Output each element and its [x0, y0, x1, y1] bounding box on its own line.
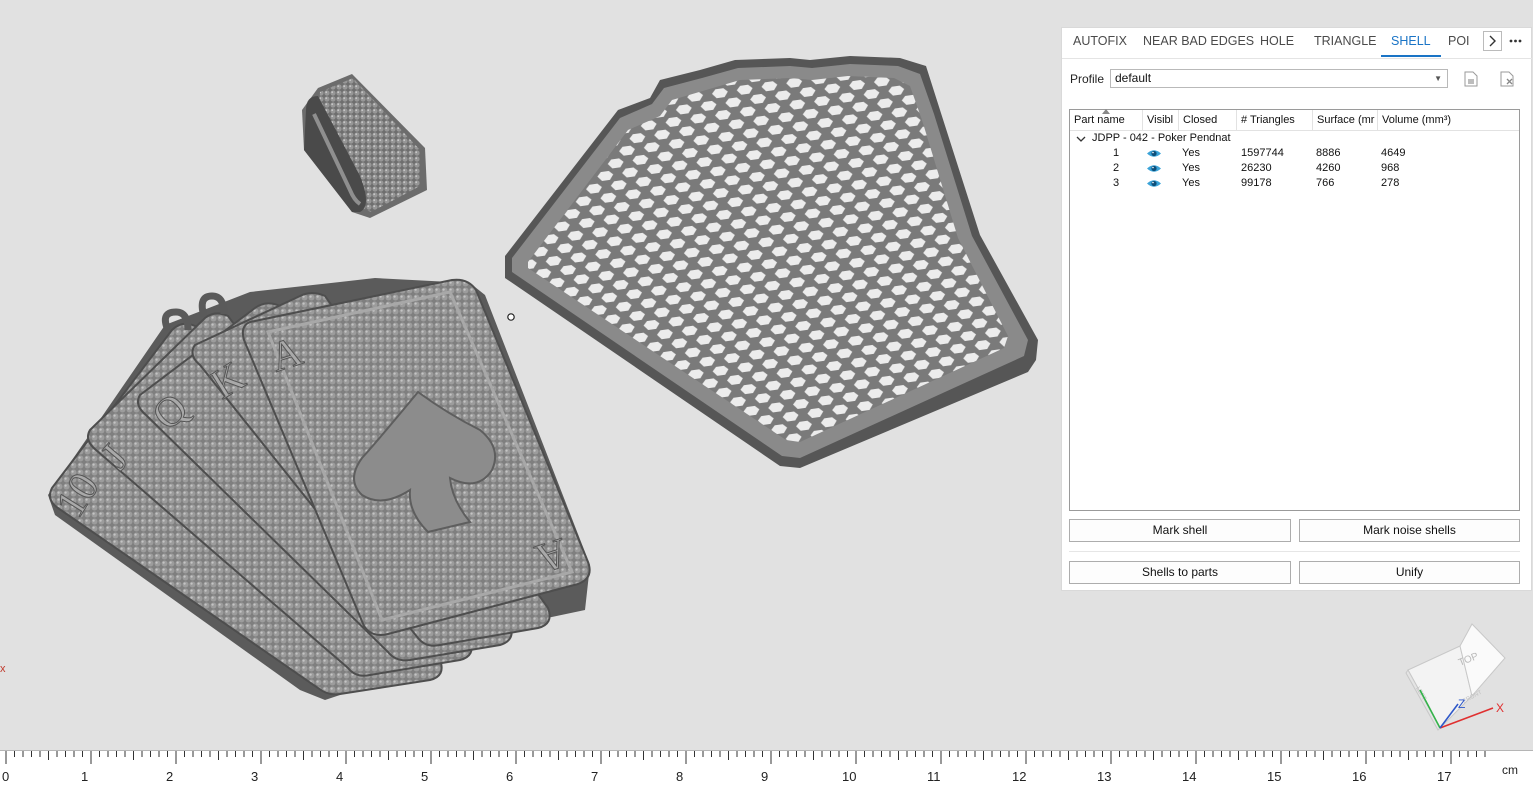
ruler-label: 6	[506, 769, 514, 784]
tab-autofix[interactable]: AUTOFIX	[1073, 28, 1127, 57]
unify-button[interactable]: Unify	[1299, 561, 1520, 584]
ruler-ticks	[5, 751, 1486, 764]
row-volume: 4649	[1381, 147, 1406, 159]
honeycomb-plate-part[interactable]	[505, 56, 1038, 468]
bail-part[interactable]	[302, 74, 427, 218]
save-profile-icon[interactable]	[1462, 70, 1480, 88]
part-group-name[interactable]: JDPP - 042 - Poker Pendnat	[1092, 132, 1231, 144]
ruler-label: 7	[591, 769, 599, 784]
tab-triangle[interactable]: TRIANGLE	[1314, 28, 1377, 57]
row-triangles: 99178	[1241, 177, 1272, 189]
chevron-down-icon: ▼	[1434, 74, 1442, 83]
column-header-surface[interactable]: Surface (mr	[1313, 110, 1378, 130]
ruler-label: 13	[1097, 769, 1112, 784]
column-header-visible[interactable]: Visibl	[1143, 110, 1179, 130]
table-header: Part name Visibl Closed # Triangles Surf…	[1070, 109, 1519, 131]
mark-noise-shells-button[interactable]: Mark noise shells	[1299, 519, 1520, 542]
mark-shell-button[interactable]: Mark shell	[1069, 519, 1291, 542]
more-dots-icon[interactable]	[1506, 31, 1525, 51]
ruler-label: 8	[676, 769, 684, 784]
row-volume: 278	[1381, 177, 1400, 189]
ruler-label: 10	[842, 769, 857, 784]
row-triangles: 1597744	[1241, 147, 1284, 159]
ruler-label: 9	[761, 769, 769, 784]
ruler-label: 0	[2, 769, 10, 784]
ruler-label: 2	[166, 769, 174, 784]
column-header-volume[interactable]: Volume (mm³)	[1378, 110, 1519, 130]
ruler-label: 15	[1267, 769, 1282, 784]
profile-label: Profile	[1070, 72, 1105, 86]
ruler-label: 5	[421, 769, 429, 784]
row-surface: 8886	[1316, 147, 1341, 159]
row-part-name: 1	[1113, 147, 1120, 159]
delete-profile-icon[interactable]	[1498, 70, 1516, 88]
tab-near-bad-edges[interactable]: NEAR BAD EDGES	[1143, 28, 1254, 57]
profile-value: default	[1115, 71, 1152, 85]
row-triangles: 26230	[1241, 162, 1272, 174]
eye-icon[interactable]	[1146, 176, 1162, 194]
axis-x-label: X	[1496, 701, 1504, 715]
ruler-label: 3	[251, 769, 259, 784]
profile-dropdown[interactable]: default ▼	[1110, 69, 1448, 88]
sort-indicator-icon	[1102, 109, 1110, 114]
view-cube[interactable]: TOP LEFT FRONT X Z	[1398, 618, 1513, 733]
collapse-chevron-icon[interactable]	[1076, 134, 1086, 144]
ruler: 0 1 2 3 4 5 6 7 8 9 10 11 12 13 14 15 16…	[0, 750, 1533, 788]
ruler-label: 1	[81, 769, 89, 784]
row-surface: 766	[1316, 177, 1335, 189]
tab-hole[interactable]: HOLE	[1260, 28, 1294, 57]
tab-shell[interactable]: SHELL	[1381, 28, 1441, 57]
column-header-closed[interactable]: Closed	[1179, 110, 1237, 130]
row-closed: Yes	[1182, 147, 1200, 159]
parts-table[interactable]: Part name Visibl Closed # Triangles Surf…	[1069, 109, 1520, 511]
ruler-label: 14	[1182, 769, 1197, 784]
tab-bar: AUTOFIX NEAR BAD EDGES HOLE TRIANGLE SHE…	[1062, 28, 1532, 59]
ruler-unit: cm	[1502, 763, 1518, 777]
shell-panel: AUTOFIX NEAR BAD EDGES HOLE TRIANGLE SHE…	[1061, 27, 1532, 591]
ruler-label: 12	[1012, 769, 1027, 784]
column-header-triangles[interactable]: # Triangles	[1237, 110, 1313, 130]
playing-cards-part[interactable]: 10 J Q K A A	[47, 278, 591, 700]
divider	[1069, 551, 1520, 552]
tab-poi[interactable]: POI	[1448, 28, 1470, 57]
ruler-label: 4	[336, 769, 344, 784]
x-axis-marker: x	[0, 663, 6, 675]
shells-to-parts-button[interactable]: Shells to parts	[1069, 561, 1291, 584]
row-volume: 968	[1381, 162, 1400, 174]
row-closed: Yes	[1182, 162, 1200, 174]
pivot-marker	[507, 313, 515, 321]
ruler-label: 11	[927, 769, 941, 784]
axis-z-label: Z	[1458, 697, 1465, 711]
row-closed: Yes	[1182, 177, 1200, 189]
ruler-label: 16	[1352, 769, 1367, 784]
row-surface: 4260	[1316, 162, 1341, 174]
ruler-label: 17	[1437, 769, 1452, 784]
row-part-name: 3	[1113, 177, 1120, 189]
chevron-right-icon[interactable]	[1483, 31, 1502, 51]
row-part-name: 2	[1113, 162, 1120, 174]
